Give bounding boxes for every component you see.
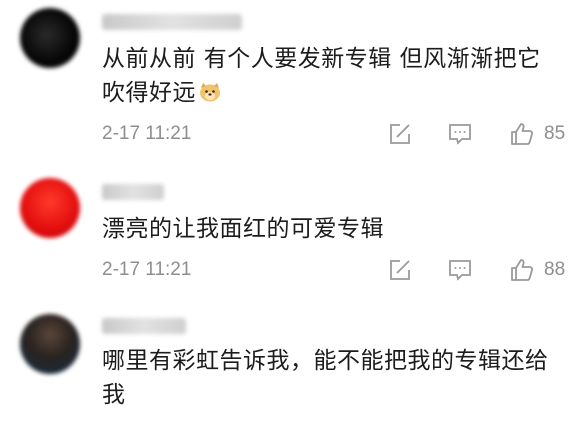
comment-item: 哪里有彩虹告诉我，能不能把我的专辑还给 我 — [0, 306, 580, 426]
comment-item: 漂亮的让我面红的可爱专辑 2-17 11:21 88 — [0, 170, 580, 300]
comment-bubble-icon[interactable] — [448, 122, 472, 146]
comment-item: 从前从前 有个人要发新专辑 但风渐渐把它 吹得好远 2-17 11:21 85 — [0, 0, 580, 160]
username-blurred[interactable] — [102, 14, 242, 30]
edit-forward-icon[interactable] — [388, 122, 412, 146]
comment-bubble-icon[interactable] — [448, 258, 472, 282]
comment-feed: 从前从前 有个人要发新专辑 但风渐渐把它 吹得好远 2-17 11:21 85 … — [0, 0, 580, 426]
thumbs-up-icon[interactable] — [510, 258, 534, 282]
comment-text-line: 从前从前 有个人要发新专辑 但风渐渐把它 — [102, 46, 541, 72]
comment-meta: 2-17 11:21 88 — [102, 258, 580, 282]
timestamp: 2-17 11:21 — [102, 123, 192, 144]
like-count: 88 — [544, 259, 566, 280]
edit-forward-icon[interactable] — [388, 258, 412, 282]
comment-text-line: 吹得好远 — [102, 76, 572, 110]
avatar[interactable] — [20, 178, 80, 238]
comment-text: 哪里有彩虹告诉我，能不能把我的专辑还给 我 — [102, 344, 572, 412]
username-blurred[interactable] — [102, 184, 164, 200]
comment-text-line: 我 — [102, 382, 126, 408]
like-count: 85 — [544, 123, 566, 144]
doge-emoji-icon — [200, 83, 220, 102]
username-blurred[interactable] — [102, 318, 186, 334]
comment-text: 漂亮的让我面红的可爱专辑 — [102, 212, 572, 246]
timestamp: 2-17 11:21 — [102, 259, 192, 280]
comment-meta: 2-17 11:21 85 — [102, 122, 580, 146]
comment-text-line: 漂亮的让我面红的可爱专辑 — [102, 216, 384, 242]
thumbs-up-icon[interactable] — [510, 122, 534, 146]
avatar[interactable] — [20, 314, 80, 374]
comment-text: 从前从前 有个人要发新专辑 但风渐渐把它 吹得好远 — [102, 42, 572, 110]
comment-text-line: 哪里有彩虹告诉我，能不能把我的专辑还给 — [102, 348, 549, 374]
avatar[interactable] — [20, 8, 80, 68]
